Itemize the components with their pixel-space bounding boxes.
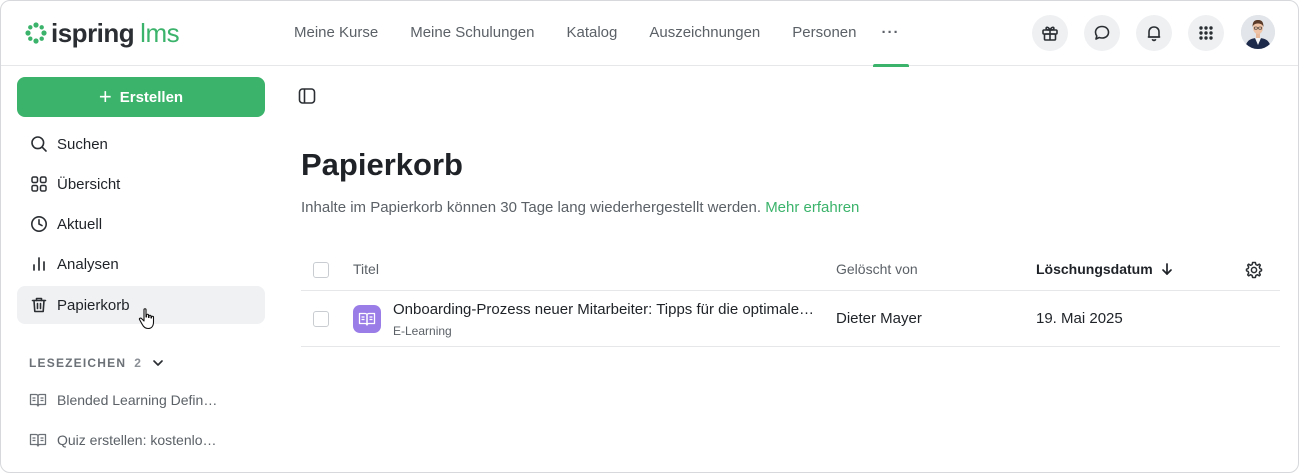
gift-icon — [1042, 26, 1058, 41]
grid-icon — [31, 176, 47, 192]
course-title[interactable]: Onboarding-Prozess neuer Mitarbeiter: Ti… — [393, 301, 818, 318]
column-header-label: Löschungsdatum — [1036, 261, 1153, 277]
row-checkbox[interactable] — [313, 311, 329, 327]
bookmarks-title: LESEZEICHEN — [29, 356, 127, 370]
sidebar-item-aktuell[interactable]: Aktuell — [17, 205, 265, 243]
brand-product: lms — [140, 17, 180, 48]
create-button-label: Erstellen — [119, 88, 184, 106]
hand-pointer-cursor-icon — [138, 308, 155, 330]
gift-button[interactable] — [1032, 15, 1068, 51]
brand-logo[interactable]: ispring lms — [25, 17, 180, 48]
nav-item-meine-kurse[interactable]: Meine Kurse — [278, 1, 394, 66]
chat-button[interactable] — [1084, 15, 1120, 51]
notifications-button[interactable] — [1136, 15, 1172, 51]
nav-item-meine-schulungen[interactable]: Meine Schulungen — [394, 1, 550, 66]
select-all-checkbox[interactable] — [313, 262, 329, 278]
brand-name: ispring — [51, 17, 135, 48]
course-type-badge — [353, 305, 381, 333]
sidebar-item-label: Analysen — [57, 255, 119, 273]
course-type: E-Learning — [393, 324, 452, 338]
deletion-date-cell: 19. Mai 2025 — [1036, 310, 1123, 327]
clock-icon — [31, 216, 47, 232]
nav-more-button[interactable]: ··· — [872, 1, 909, 67]
book-icon — [358, 312, 376, 326]
page-title: Papierkorb — [301, 147, 463, 182]
plus-icon: + — [98, 84, 112, 109]
bookmarks-header[interactable]: LESEZEICHEN 2 — [29, 355, 166, 371]
bookmarks-count: 2 — [134, 356, 143, 370]
apps-button[interactable] — [1188, 15, 1224, 51]
apps-grid-icon — [1199, 26, 1213, 40]
bookmark-label: Quiz erstellen: kostenlo… — [57, 432, 217, 448]
sidebar-item-label: Papierkorb — [57, 296, 130, 314]
user-avatar[interactable] — [1241, 15, 1275, 49]
create-button[interactable]: + Erstellen — [17, 77, 265, 117]
bar-chart-icon — [33, 257, 45, 271]
top-header: ispring lms Meine Kurse Meine Schulungen… — [1, 1, 1298, 67]
bookmark-item[interactable]: Quiz erstellen: kostenlo… — [29, 430, 217, 450]
column-header-deletion-date[interactable]: Löschungsdatum — [1036, 261, 1175, 277]
sidebar-item-label: Übersicht — [57, 175, 121, 193]
trash-icon — [31, 297, 47, 313]
app-window: ispring lms Meine Kurse Meine Schulungen… — [0, 0, 1299, 473]
page-description: Inhalte im Papierkorb können 30 Tage lan… — [301, 199, 859, 216]
user-avatar-image — [1241, 15, 1275, 49]
learn-more-link[interactable]: Mehr erfahren — [765, 199, 859, 216]
bookmark-item[interactable]: Blended Learning Defin… — [29, 390, 217, 410]
sidebar-toggle-icon[interactable] — [297, 86, 317, 106]
chevron-down-icon — [153, 360, 163, 366]
table-row[interactable]: Onboarding-Prozess neuer Mitarbeiter: Ti… — [301, 291, 1280, 347]
deleted-by-cell: Dieter Mayer — [836, 310, 922, 327]
sidebar-item-label: Suchen — [57, 135, 108, 153]
table-header: Titel Gelöscht von Löschungsdatum — [301, 249, 1280, 291]
chat-icon — [1094, 25, 1110, 40]
column-header-title[interactable]: Titel — [353, 261, 379, 277]
nav-item-auszeichnungen[interactable]: Auszeichnungen — [633, 1, 776, 66]
sidebar-item-label: Aktuell — [57, 215, 103, 233]
column-header-deleted-by[interactable]: Gelöscht von — [836, 261, 918, 277]
book-icon — [29, 433, 47, 447]
nav-item-personen[interactable]: Personen — [776, 1, 872, 66]
sidebar-item-analysen[interactable]: Analysen — [17, 245, 265, 283]
bookmark-label: Blended Learning Defin… — [57, 392, 218, 408]
book-icon — [29, 393, 47, 407]
search-icon — [31, 136, 47, 152]
main-nav: Meine Kurse Meine Schulungen Katalog Aus… — [278, 1, 909, 67]
arrow-down-icon — [1161, 263, 1172, 275]
nav-item-katalog[interactable]: Katalog — [550, 1, 633, 66]
sidebar-item-uebersicht[interactable]: Übersicht — [17, 165, 265, 203]
sidebar-item-suchen[interactable]: Suchen — [17, 125, 265, 163]
ispring-logo-icon — [25, 22, 47, 44]
description-text: Inhalte im Papierkorb können 30 Tage lan… — [301, 199, 762, 216]
gear-icon[interactable] — [1244, 260, 1264, 280]
bell-icon — [1147, 26, 1161, 42]
